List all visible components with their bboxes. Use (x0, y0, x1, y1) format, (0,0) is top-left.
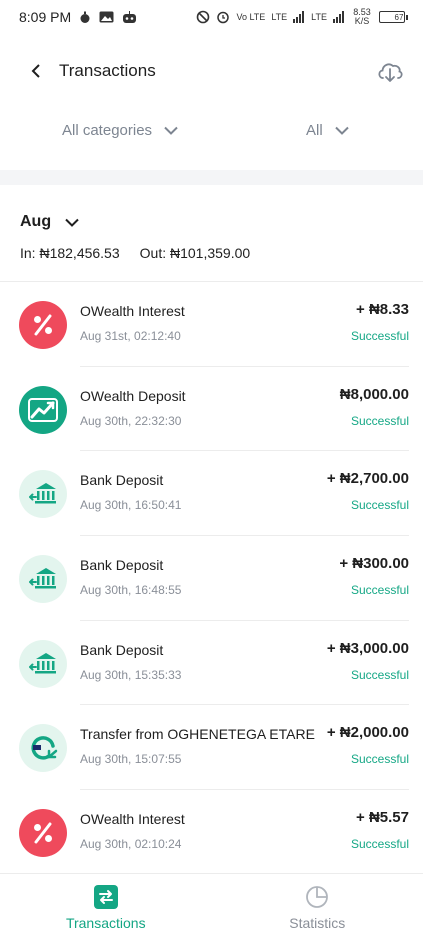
transaction-date: Aug 30th, 15:07:55 (80, 752, 182, 767)
category-filter-label: All categories (62, 122, 153, 139)
transaction-name: Bank Deposit (80, 557, 164, 574)
transaction-date: Aug 30th, 16:48:55 (80, 583, 182, 598)
transaction-row[interactable]: Transfer from OGHENETEGA ETARE Aug 30th, … (0, 705, 423, 791)
network-speed: 8.53 K/S (353, 7, 371, 26)
bank-icon (19, 555, 67, 604)
back-button[interactable] (24, 59, 48, 83)
bank-icon (19, 470, 67, 519)
tab-statistics-label: Statistics (289, 914, 346, 931)
status-filter-label: All (306, 122, 323, 139)
filter-bar: All categories All (0, 108, 423, 160)
chevron-down-icon (164, 126, 178, 135)
transaction-amount: ₦8,000.00 (339, 385, 409, 403)
page-title: Transactions (59, 61, 156, 80)
signal-icon (293, 11, 305, 23)
status-bar-left: 8:09 PM (19, 9, 137, 25)
chevron-down-icon (334, 126, 349, 135)
pie-chart-icon (306, 885, 329, 908)
transaction-date: Aug 30th, 02:10:24 (80, 837, 182, 852)
bot-icon (122, 10, 137, 24)
signal-icon-2 (333, 11, 345, 23)
gallery-icon (99, 11, 114, 23)
transaction-status: Successful (350, 667, 409, 682)
transaction-list: OWealth Interest Aug 31st, 02:12:40 + ₦8.3… (0, 282, 423, 875)
category-filter-dropdown[interactable]: All categories (62, 122, 178, 139)
do-not-disturb-icon (196, 10, 210, 24)
tab-transactions-label: Transactions (65, 914, 146, 931)
transaction-date: Aug 30th, 16:50:41 (80, 498, 182, 513)
month-summary: In: ₦182,456.53 Out: ₦101,359.00 (0, 245, 423, 261)
battery-icon: 67 (379, 11, 408, 23)
transaction-row[interactable]: Bank Deposit Aug 30th, 16:48:55 + ₦300.00 S… (0, 536, 423, 621)
transaction-name: OWealth Deposit (80, 387, 186, 404)
transaction-name: Bank Deposit (80, 472, 164, 489)
alarm-icon (216, 10, 230, 24)
percent-icon (19, 809, 67, 858)
money-in-total: In: ₦182,456.53 (20, 245, 120, 261)
tab-statistics[interactable]: Statistics (212, 874, 423, 941)
swap-arrows-icon (93, 884, 118, 909)
battery-level: 67 (394, 12, 404, 22)
lte-2-text: LTE (311, 12, 327, 22)
transaction-status: Successful (350, 413, 409, 428)
app-header: Transactions (0, 34, 423, 108)
lte-1-text: LTE (271, 12, 288, 22)
transaction-row[interactable]: OWealth Deposit Aug 30th, 22:32:30 ₦8,000.… (0, 367, 423, 452)
section-divider (0, 170, 423, 185)
transaction-status: Successful (350, 498, 409, 513)
month-selector[interactable]: Aug (0, 213, 423, 231)
transaction-date: Aug 30th, 15:35:33 (80, 667, 182, 682)
status-bar-right: Vo LTE LTE LTE 8.53 K/S 67 (196, 7, 408, 26)
transaction-amount: + ₦5.57 (356, 809, 409, 827)
percent-icon (19, 301, 67, 349)
transaction-name: Bank Deposit (80, 641, 164, 658)
transaction-name: OWealth Interest (80, 811, 185, 828)
status-bar: 8:09 PM Vo LTE LTE LTE 8.53 K/S 67 (0, 0, 423, 34)
status-filter-dropdown[interactable]: All (306, 122, 349, 139)
transaction-status: Successful (350, 329, 409, 343)
transaction-row[interactable]: OWealth Interest Aug 31st, 02:12:40 + ₦8.3… (0, 282, 423, 367)
transaction-row[interactable]: Bank Deposit Aug 30th, 15:35:33 + ₦3,000.0… (0, 621, 423, 706)
transaction-amount: + ₦300.00 (339, 555, 409, 573)
transfer-in-icon (19, 724, 67, 773)
transaction-amount: + ₦8.33 (356, 301, 409, 318)
transaction-date: Aug 31st, 02:12:40 (80, 329, 181, 343)
transaction-amount: + ₦2,700.00 (326, 470, 409, 488)
chevron-down-icon (65, 218, 79, 227)
transaction-amount: + ₦2,000.00 (326, 724, 409, 742)
month-label: Aug (20, 213, 52, 230)
transaction-row[interactable]: OWealth Interest Aug 30th, 02:10:24 + ₦5.5… (0, 790, 423, 875)
transaction-name: Transfer from OGHENETEGA ETARE (80, 726, 315, 743)
download-button[interactable] (375, 56, 405, 86)
alarm-clock-icon (79, 11, 91, 24)
bank-icon (19, 639, 67, 688)
tab-transactions[interactable]: Transactions (0, 874, 212, 941)
volte-text: Vo LTE (236, 12, 266, 22)
transaction-date: Aug 30th, 22:32:30 (80, 413, 182, 428)
cloud-download-icon (378, 63, 403, 82)
chevron-left-icon (31, 64, 40, 78)
transaction-amount: + ₦3,000.00 (326, 639, 409, 657)
transaction-status: Successful (350, 837, 409, 852)
growth-chart-icon (19, 385, 67, 434)
transaction-status: Successful (350, 583, 409, 598)
status-time: 8:09 PM (19, 9, 72, 25)
transaction-name: OWealth Interest (80, 303, 185, 319)
money-out-total: Out: ₦101,359.00 (139, 245, 251, 261)
bottom-navigation: Transactions Statistics (0, 873, 423, 941)
transaction-status: Successful (350, 752, 409, 767)
transaction-row[interactable]: Bank Deposit Aug 30th, 16:50:41 + ₦2,700.0… (0, 451, 423, 537)
